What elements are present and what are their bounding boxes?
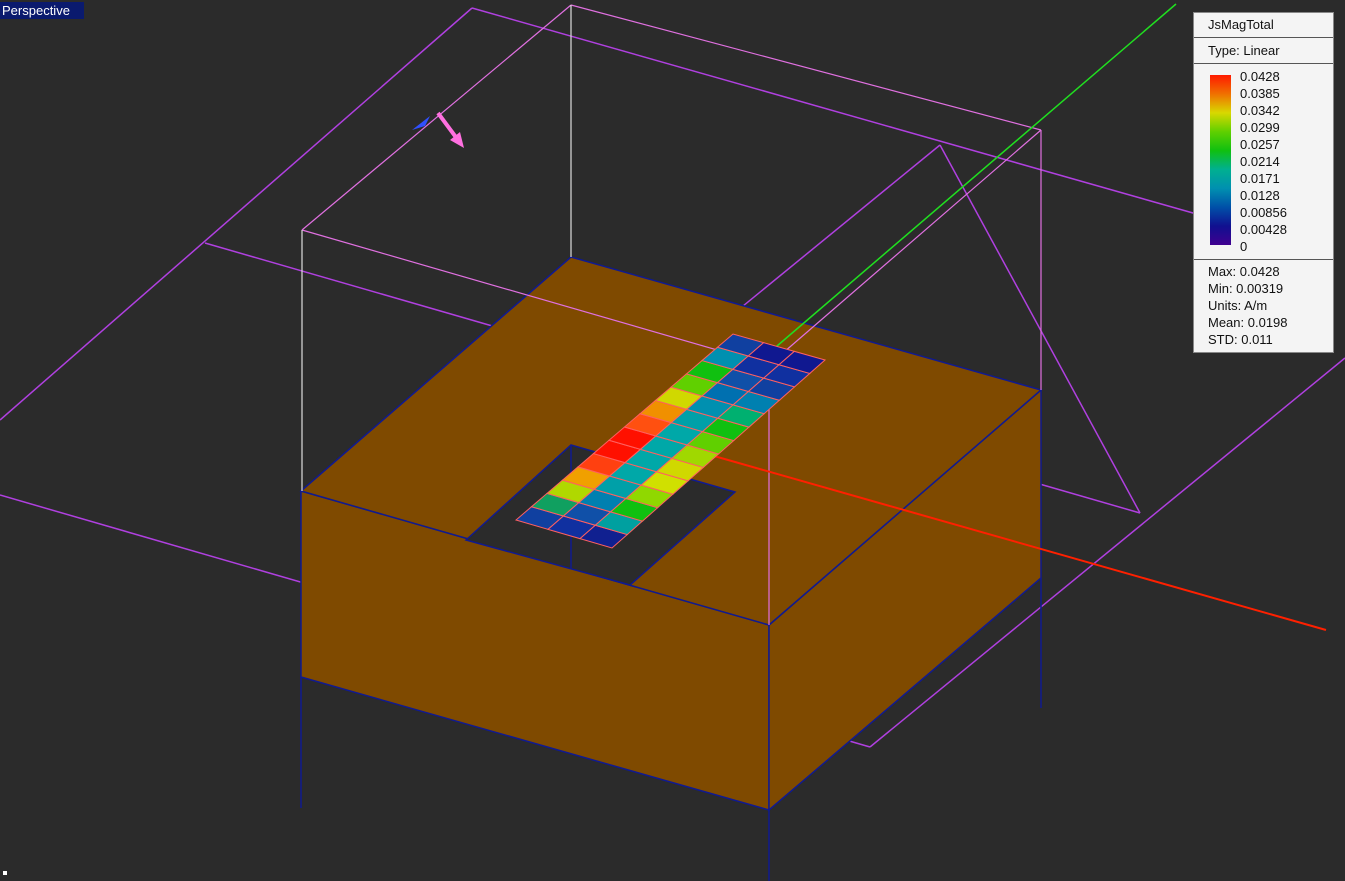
legend-tick: 0.0257 <box>1240 137 1280 152</box>
legend-stat: STD: 0.011 <box>1208 332 1273 347</box>
legend-stat: Mean: 0.0198 <box>1208 315 1288 330</box>
legend-tick: 0.0299 <box>1240 120 1280 135</box>
legend-ticks: 0.0428 0.0385 0.0342 0.0299 0.0257 0.0214 0.01… <box>1240 68 1287 255</box>
legend-tick: 0.0214 <box>1240 154 1280 169</box>
legend-type: Type: Linear <box>1194 38 1333 64</box>
color-scale-bar <box>1210 75 1231 245</box>
legend-tick: 0.0428 <box>1240 69 1280 84</box>
legend-tick: 0.0171 <box>1240 171 1280 186</box>
legend-tick: 0 <box>1240 239 1248 254</box>
viewport-label: Perspective <box>0 2 84 19</box>
legend-tick: 0.0128 <box>1240 188 1280 203</box>
legend-tick: 0.0342 <box>1240 103 1280 118</box>
legend-tick: 0.00856 <box>1240 205 1287 220</box>
status-dot <box>3 871 7 875</box>
legend-stat: Min: 0.00319 <box>1208 281 1284 296</box>
legend-title: JsMagTotal <box>1194 13 1333 38</box>
body-box <box>299 256 1043 881</box>
legend-stats: Max: 0.0428 Min: 0.00319 Units: A/m Mean: 0… <box>1194 259 1333 348</box>
y-axis-line <box>769 3 1177 353</box>
legend-stat: Units: A/m <box>1208 298 1268 313</box>
legend-tick: 0.0385 <box>1240 86 1280 101</box>
3d-viewport[interactable] <box>0 0 1345 881</box>
legend-stat: Max: 0.0428 <box>1208 264 1280 279</box>
orientation-arrows-icon <box>412 111 464 148</box>
field-legend[interactable]: JsMagTotal Type: Linear 0.0428 0.0385 0.03… <box>1193 12 1334 353</box>
legend-tick: 0.00428 <box>1240 222 1287 237</box>
